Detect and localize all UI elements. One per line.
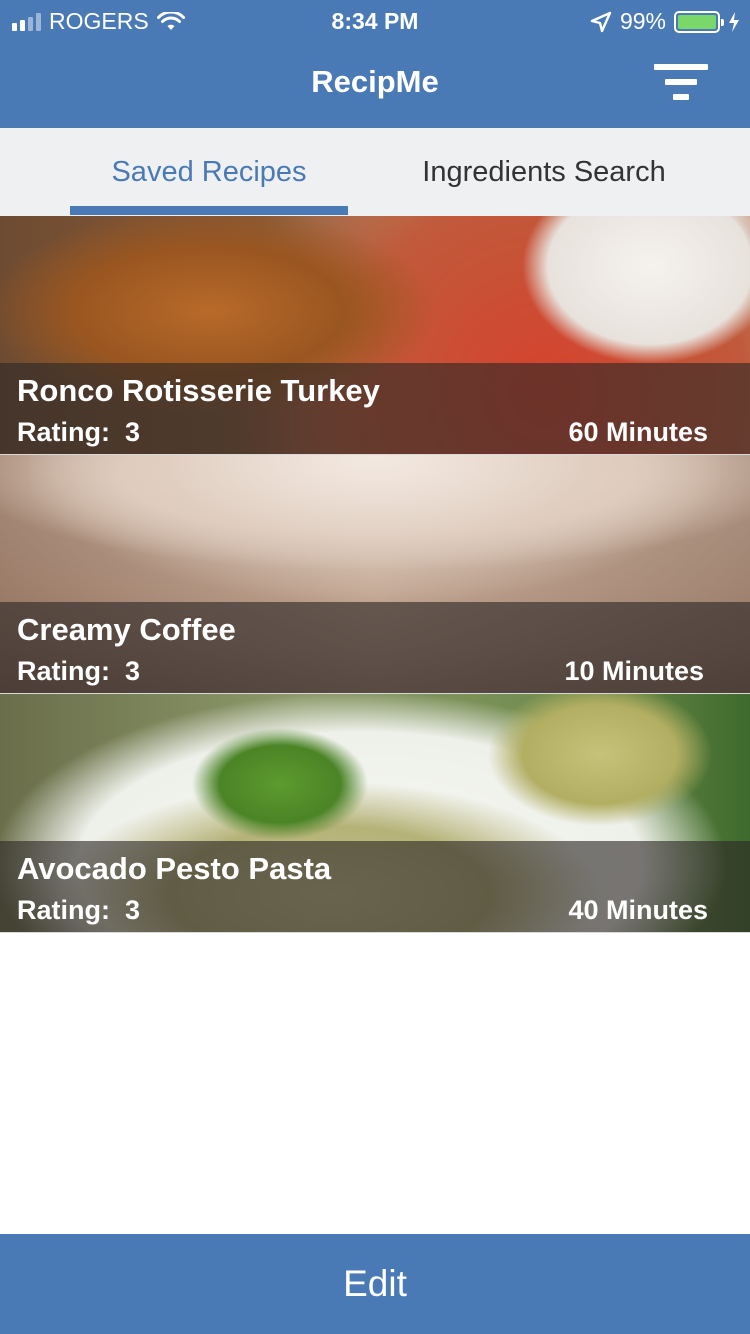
battery-fill	[678, 14, 716, 29]
filter-button[interactable]	[652, 60, 712, 104]
charging-bolt-icon	[729, 11, 739, 32]
battery-percent: 99%	[619, 8, 666, 34]
top-bar: ROGERS 8:34 PM 99% RecipMe	[0, 0, 750, 128]
recipe-name: Ronco Rotisserie Turkey	[17, 373, 380, 408]
recipe-name: Avocado Pesto Pasta	[17, 851, 332, 886]
recipe-info-overlay: Ronco Rotisserie Turkey Rating: 3 60 Min…	[0, 363, 750, 454]
recipe-time: 40 Minutes	[568, 895, 708, 925]
battery-icon	[674, 10, 724, 33]
location-arrow-icon	[590, 11, 612, 32]
recipe-info-overlay: Avocado Pesto Pasta Rating: 3 40 Minutes	[0, 841, 750, 932]
recipe-name: Creamy Coffee	[17, 612, 236, 647]
recipe-rating: Rating: 3	[17, 417, 140, 448]
recipe-card-creamy-coffee[interactable]: Creamy Coffee Rating: 3 10 Minutes	[0, 455, 750, 694]
recipe-rating: Rating: 3	[17, 656, 140, 687]
recipe-list: Ronco Rotisserie Turkey Rating: 3 60 Min…	[0, 216, 750, 933]
tab-ingredients-search[interactable]: Ingredients Search	[385, 128, 703, 216]
status-bar: ROGERS 8:34 PM 99%	[0, 0, 750, 40]
recipe-time: 60 Minutes	[568, 417, 708, 447]
recipe-time: 10 Minutes	[564, 656, 704, 686]
rating-label: Rating:	[17, 656, 110, 686]
rating-label: Rating:	[17, 895, 110, 925]
tab-bar: Saved Recipes Ingredients Search	[0, 128, 750, 216]
active-tab-indicator	[70, 206, 348, 215]
filter-icon	[654, 64, 708, 70]
edit-button-label: Edit	[343, 1263, 407, 1304]
recipe-card-ronco-rotisserie-turkey[interactable]: Ronco Rotisserie Turkey Rating: 3 60 Min…	[0, 216, 750, 455]
app-title: RecipMe	[311, 64, 439, 99]
recipe-card-avocado-pesto-pasta[interactable]: Avocado Pesto Pasta Rating: 3 40 Minutes	[0, 694, 750, 933]
tab-saved-recipes[interactable]: Saved Recipes	[70, 128, 348, 216]
rating-value: 3	[125, 656, 141, 686]
rating-value: 3	[125, 895, 141, 925]
rating-value: 3	[125, 417, 141, 447]
edit-button[interactable]: Edit	[0, 1234, 750, 1334]
recipe-rating: Rating: 3	[17, 895, 140, 926]
rating-label: Rating:	[17, 417, 110, 447]
recipe-info-overlay: Creamy Coffee Rating: 3 10 Minutes	[0, 602, 750, 693]
